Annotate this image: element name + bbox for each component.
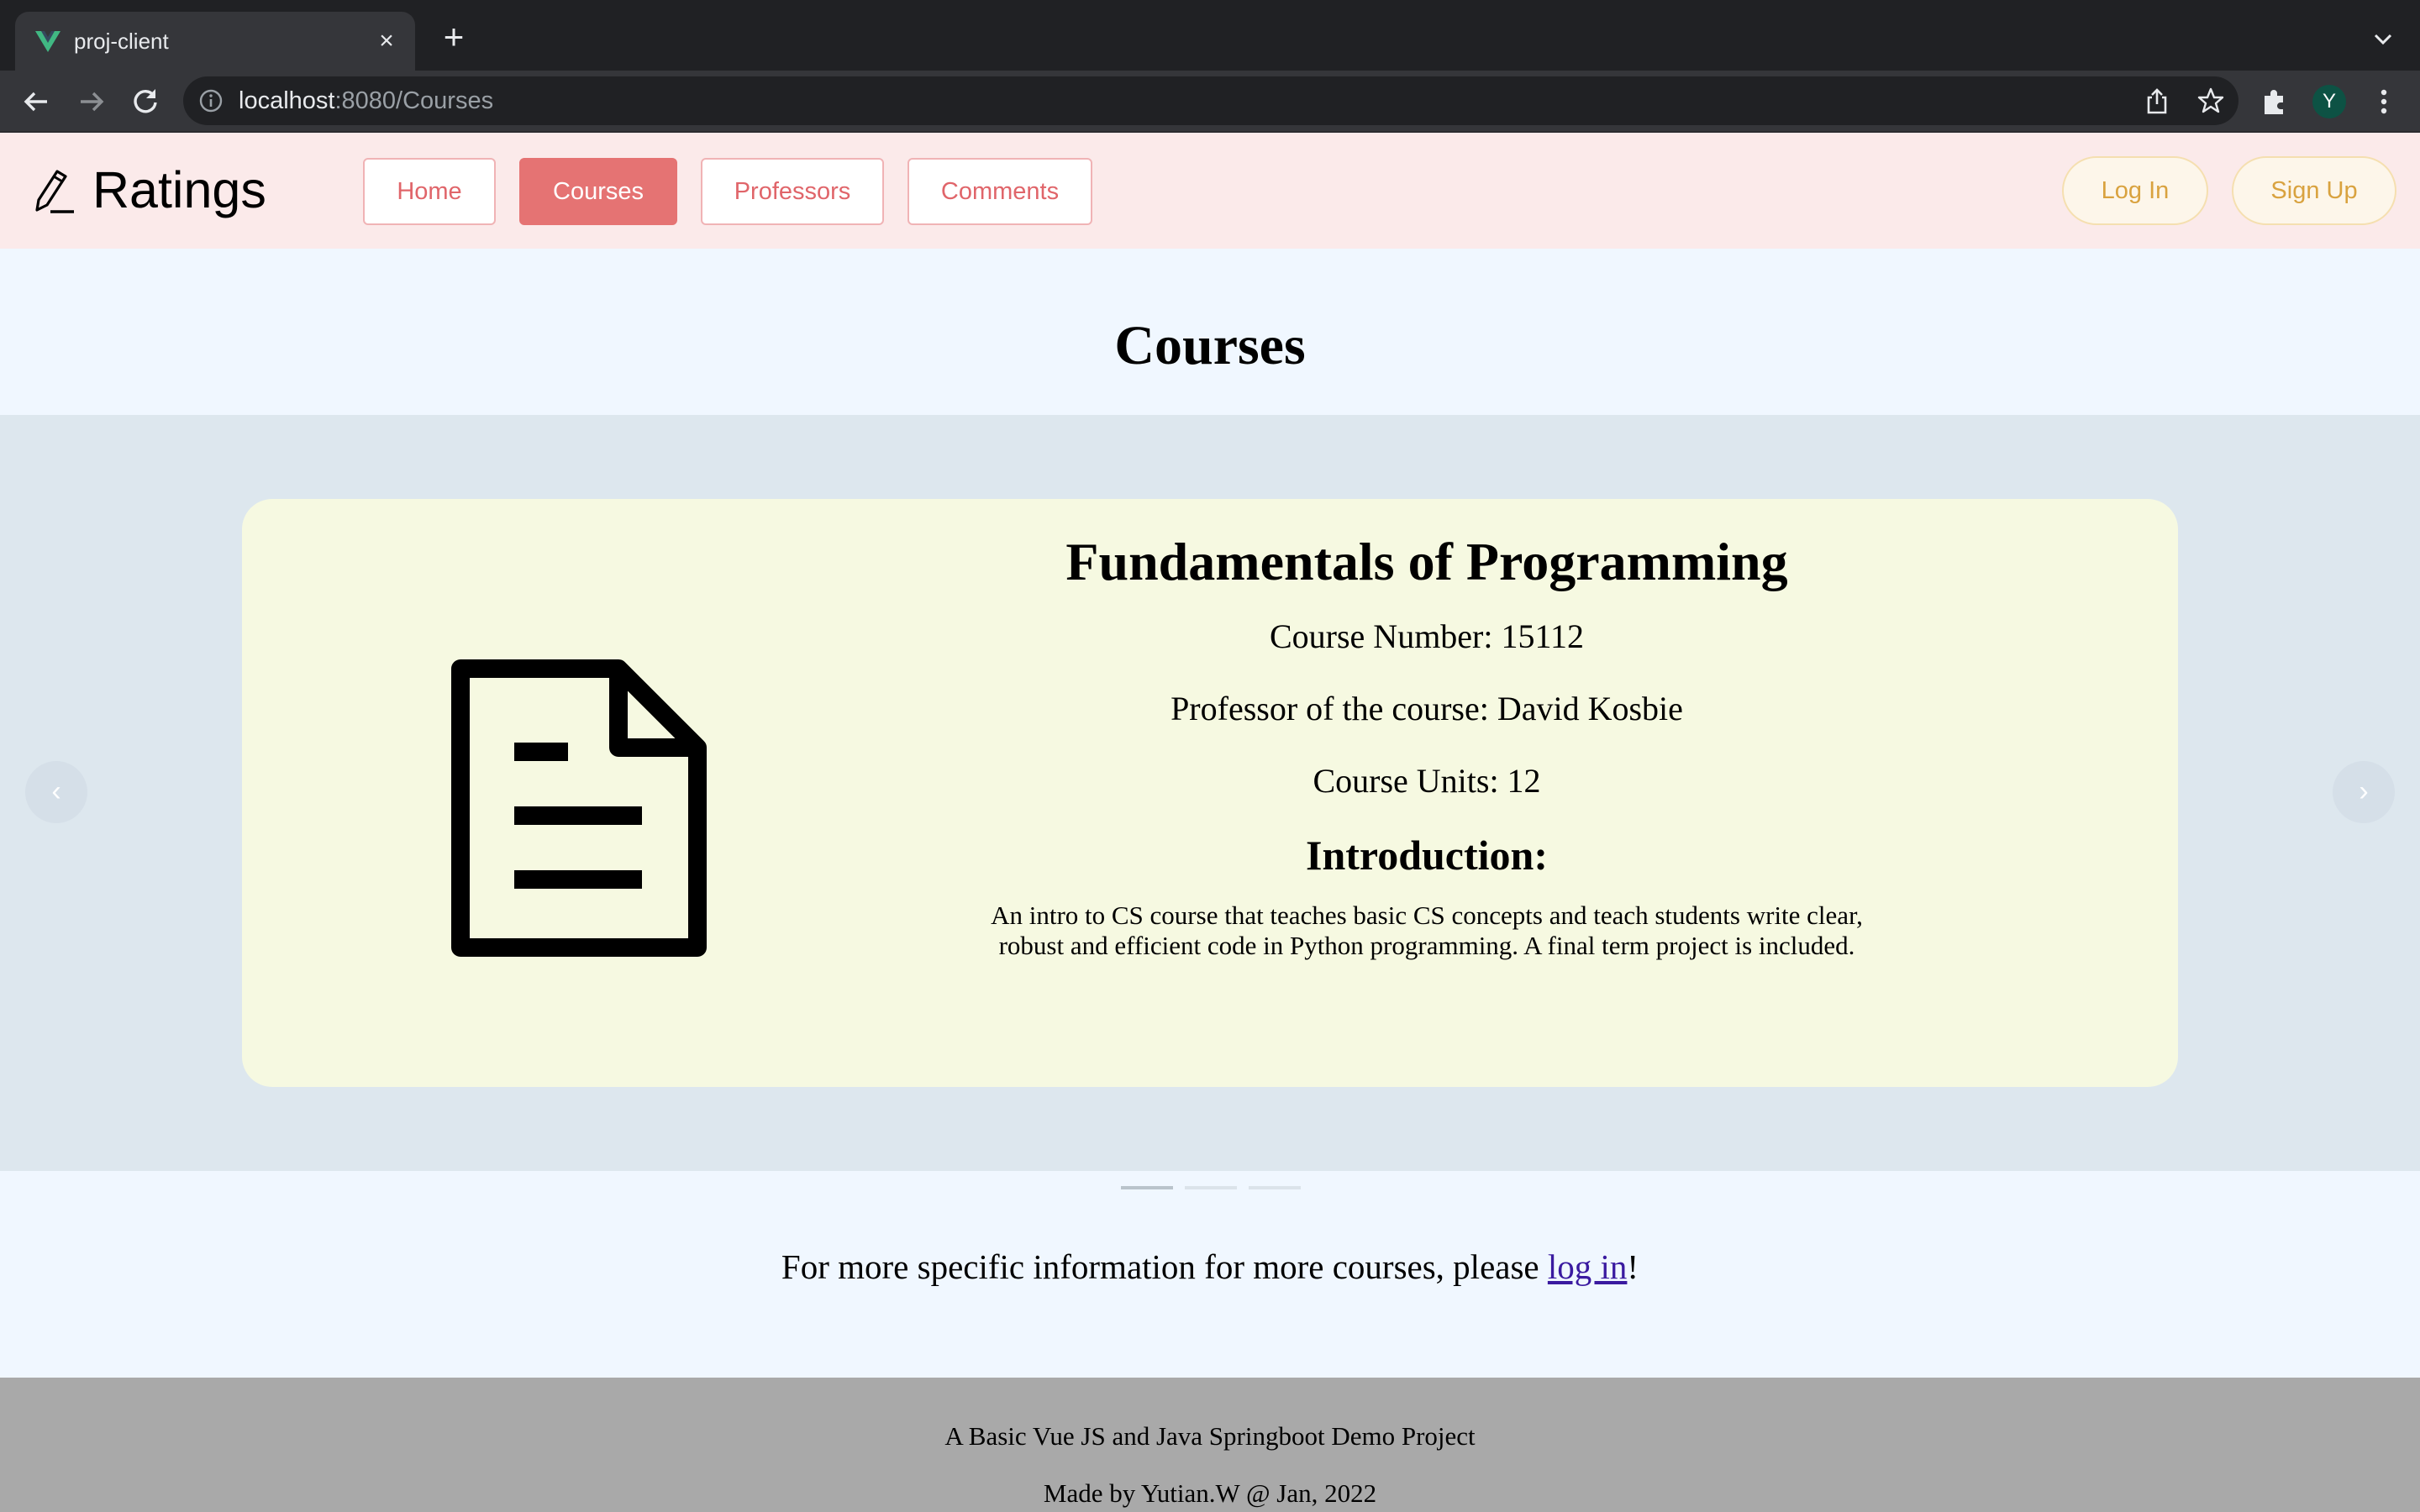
address-bar[interactable]: localhost:8080/Courses — [183, 76, 2238, 125]
course-professor: Professor of the course: David Kosbie — [1171, 690, 1683, 727]
nav-home-button[interactable]: Home — [363, 158, 496, 225]
nav-comments-button[interactable]: Comments — [908, 158, 1092, 225]
back-arrow-icon[interactable] — [18, 84, 54, 119]
login-link[interactable]: log in — [1548, 1247, 1628, 1286]
intro-text: An intro to CS course that teaches basic… — [991, 900, 1863, 960]
course-units: Course Units: 12 — [1313, 762, 1541, 800]
site-info-icon[interactable] — [198, 88, 224, 113]
tab-close-icon[interactable]: × — [371, 26, 402, 56]
url-text: localhost:8080/Courses — [239, 87, 493, 115]
carousel-indicator-1[interactable] — [1121, 1186, 1173, 1189]
carousel-indicator-3[interactable] — [1249, 1186, 1301, 1189]
carousel-next-button[interactable]: › — [2333, 761, 2395, 823]
footer-author-line: Made by Yutian.W @ Jan, 2022 — [1043, 1478, 1377, 1508]
browser-toolbar: localhost:8080/Courses Y — [0, 71, 2420, 133]
url-path: :8080/Courses — [334, 87, 494, 114]
course-name: Fundamentals of Programming — [1065, 532, 1788, 591]
tab-search-chevron-icon[interactable] — [2366, 22, 2400, 55]
footer: A Basic Vue JS and Java Springboot Demo … — [0, 1378, 2420, 1512]
pencil-icon — [35, 170, 74, 213]
nav-courses-button[interactable]: Courses — [519, 158, 677, 225]
course-details: Fundamentals of Programming Course Numbe… — [981, 529, 1872, 961]
browser-tab-strip: proj-client × + — [0, 0, 2420, 71]
bookmark-star-icon[interactable] — [2196, 87, 2225, 115]
carousel-indicators — [0, 1186, 2420, 1194]
more-info-text: For more specific information for more c… — [0, 1243, 2420, 1290]
browser-tab[interactable]: proj-client × — [15, 12, 415, 71]
browser-menu-icon[interactable] — [2366, 84, 2402, 119]
course-number: Course Number: 15112 — [1269, 617, 1585, 655]
intro-heading: Introduction: — [1305, 832, 1548, 879]
url-host: localhost — [239, 87, 335, 114]
course-carousel: ‹ Fundamentals of Programming Course Num… — [0, 415, 2420, 1171]
more-info-suffix: ! — [1627, 1247, 1639, 1286]
carousel-prev-button[interactable]: ‹ — [25, 761, 87, 823]
share-icon[interactable] — [2143, 87, 2171, 115]
vue-logo-icon — [35, 31, 60, 52]
carousel-indicator-2[interactable] — [1185, 1186, 1237, 1189]
profile-avatar[interactable]: Y — [2312, 85, 2346, 118]
nav-professors-button[interactable]: Professors — [701, 158, 884, 225]
more-info-prefix: For more specific information for more c… — [781, 1247, 1548, 1286]
new-tab-button[interactable]: + — [435, 19, 472, 57]
signup-button[interactable]: Sign Up — [2232, 156, 2396, 225]
document-icon — [451, 659, 707, 957]
tab-title: proj-client — [74, 29, 169, 54]
extensions-puzzle-icon[interactable] — [2257, 84, 2292, 119]
login-button[interactable]: Log In — [2062, 156, 2208, 225]
page-title: Courses — [1114, 315, 1306, 376]
footer-project-line: A Basic Vue JS and Java Springboot Demo … — [944, 1421, 1476, 1451]
brand-name: Ratings — [92, 161, 266, 218]
forward-arrow-icon[interactable] — [74, 84, 109, 119]
site-header: Ratings Home Courses Professors Comments… — [0, 133, 2420, 249]
course-card: Fundamentals of Programming Course Numbe… — [242, 499, 2178, 1087]
reload-icon[interactable] — [128, 84, 163, 119]
